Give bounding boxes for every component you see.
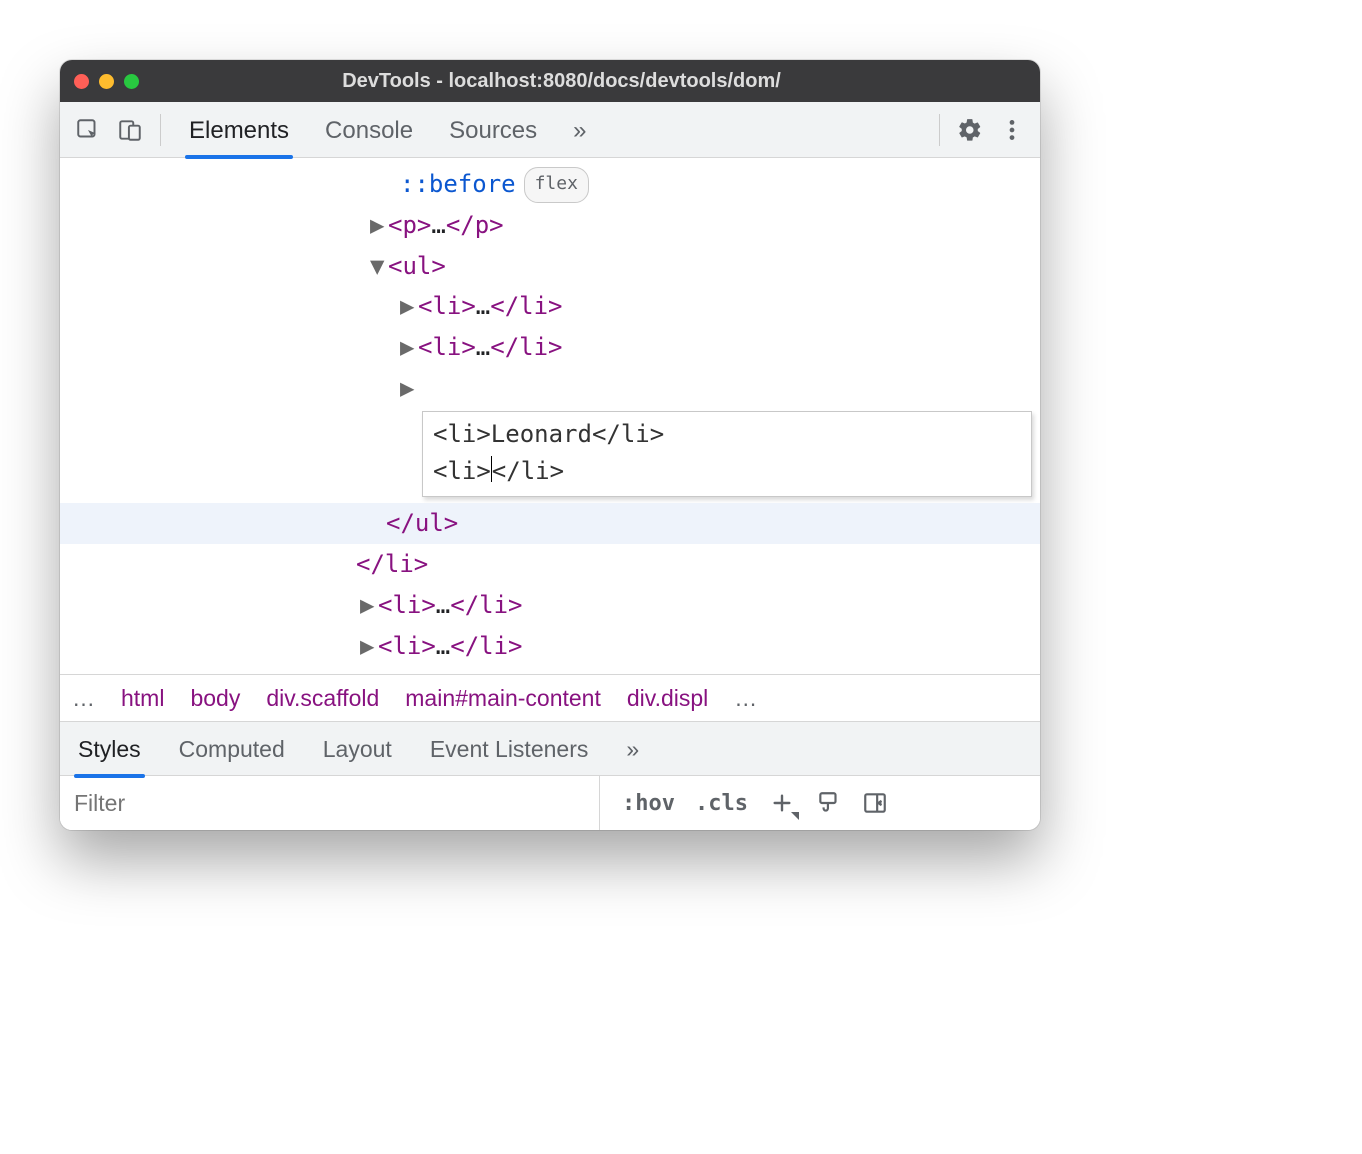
dom-node-li-editing[interactable]: ▶ bbox=[60, 368, 1040, 409]
styles-tab-layout[interactable]: Layout bbox=[321, 724, 394, 773]
breadcrumb-item[interactable]: div.displ bbox=[627, 685, 708, 712]
window-title: DevTools - localhost:8080/docs/devtools/… bbox=[157, 70, 966, 93]
inspect-element-icon[interactable] bbox=[70, 112, 106, 148]
expand-caret-icon[interactable]: ▶ bbox=[360, 585, 378, 626]
dom-node-li-close[interactable]: </li> bbox=[60, 544, 1040, 585]
dom-pseudo-before[interactable]: ::beforeflex bbox=[60, 164, 1040, 205]
breadcrumb-item[interactable]: main#main-content bbox=[405, 685, 601, 712]
dom-node-li[interactable]: ▶<li>…</li> bbox=[60, 286, 1040, 327]
tab-elements[interactable]: Elements bbox=[187, 105, 291, 155]
expand-caret-icon[interactable]: ▶ bbox=[360, 626, 378, 667]
html-edit-box[interactable]: <li>Leonard</li> <li></li> bbox=[422, 411, 1032, 497]
tab-console[interactable]: Console bbox=[323, 105, 415, 155]
expand-caret-icon[interactable]: ▶ bbox=[400, 368, 418, 409]
styles-tab-computed[interactable]: Computed bbox=[177, 724, 287, 773]
computed-panel-toggle-icon[interactable] bbox=[852, 784, 898, 822]
flex-badge[interactable]: flex bbox=[524, 167, 589, 203]
breadcrumb-overflow-right[interactable]: … bbox=[734, 685, 757, 712]
toolbar-separator bbox=[160, 114, 161, 146]
new-style-rule-button[interactable] bbox=[758, 783, 806, 823]
breadcrumb-item[interactable]: body bbox=[190, 685, 240, 712]
settings-gear-icon[interactable] bbox=[952, 112, 988, 148]
expand-caret-icon[interactable]: ▶ bbox=[370, 205, 388, 246]
toolbar-separator bbox=[939, 114, 940, 146]
tab-sources[interactable]: Sources bbox=[447, 105, 539, 155]
main-tabs: Elements Console Sources » bbox=[187, 105, 927, 155]
styles-tabs: Styles Computed Layout Event Listeners » bbox=[60, 722, 1040, 776]
breadcrumb-overflow-left[interactable]: … bbox=[72, 685, 95, 712]
toggle-cls-button[interactable]: .cls bbox=[685, 785, 758, 822]
paint-brush-icon[interactable] bbox=[806, 784, 852, 822]
dom-node-li[interactable]: ▶<li>…</li> bbox=[60, 327, 1040, 368]
toolbar-right bbox=[933, 112, 1030, 148]
breadcrumb-item[interactable]: div.scaffold bbox=[266, 685, 379, 712]
styles-tabs-overflow[interactable]: » bbox=[624, 724, 641, 773]
zoom-window-button[interactable] bbox=[124, 74, 139, 89]
dom-node-p[interactable]: ▶<p>…</p> bbox=[60, 205, 1040, 246]
expand-caret-icon[interactable]: ▶ bbox=[400, 286, 418, 327]
styles-tab-styles[interactable]: Styles bbox=[76, 724, 143, 773]
dom-node-ul-close[interactable]: </ul> bbox=[60, 503, 1040, 544]
styles-filter-row: :hov .cls bbox=[60, 776, 1040, 830]
dom-node-li[interactable]: ▶<li>…</li> bbox=[60, 585, 1040, 626]
minimize-window-button[interactable] bbox=[99, 74, 114, 89]
close-window-button[interactable] bbox=[74, 74, 89, 89]
traffic-lights bbox=[74, 74, 139, 89]
breadcrumb-item[interactable]: html bbox=[121, 685, 164, 712]
dom-node-li[interactable]: ▶<li>…</li> bbox=[60, 626, 1040, 667]
expand-caret-icon[interactable]: ▶ bbox=[400, 327, 418, 368]
styles-filter-actions: :hov .cls bbox=[612, 783, 1040, 823]
styles-tab-event-listeners[interactable]: Event Listeners bbox=[428, 724, 591, 773]
dom-node-ul[interactable]: ▼<ul> bbox=[60, 246, 1040, 287]
collapse-caret-icon[interactable]: ▼ bbox=[370, 246, 388, 287]
titlebar: DevTools - localhost:8080/docs/devtools/… bbox=[60, 60, 1040, 102]
dom-tree[interactable]: ::beforeflex ▶<p>…</p> ▼<ul> ▶<li>…</li>… bbox=[60, 158, 1040, 674]
main-toolbar: Elements Console Sources » bbox=[60, 102, 1040, 158]
devtools-window: DevTools - localhost:8080/docs/devtools/… bbox=[60, 60, 1040, 830]
device-toolbar-icon[interactable] bbox=[112, 112, 148, 148]
kebab-menu-icon[interactable] bbox=[994, 112, 1030, 148]
tabs-overflow[interactable]: » bbox=[571, 105, 588, 155]
edit-line-1: <li>Leonard</li> bbox=[433, 420, 664, 448]
edit-line-2-post: </li> bbox=[492, 457, 564, 485]
breadcrumb: … html body div.scaffold main#main-conte… bbox=[60, 674, 1040, 722]
toggle-hov-button[interactable]: :hov bbox=[612, 785, 685, 822]
edit-line-2-pre: <li> bbox=[433, 457, 491, 485]
styles-filter-input[interactable] bbox=[60, 776, 600, 830]
plus-icon bbox=[768, 789, 796, 817]
